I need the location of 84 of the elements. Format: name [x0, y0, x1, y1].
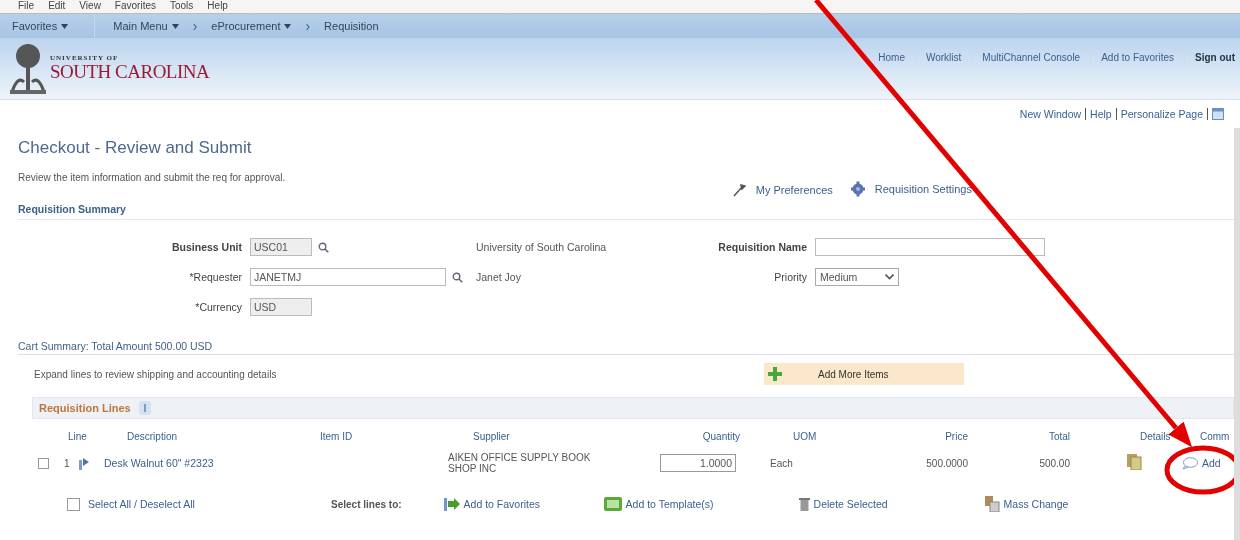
cart-hint: Expand lines to review shipping and accounting details: [34, 368, 278, 380]
line-action-link[interactable]: Add to Favorites: [443, 497, 604, 511]
documents-icon: [983, 496, 1000, 512]
column-header[interactable]: UOM: [793, 431, 817, 442]
field-label: Requisition Name: [717, 241, 808, 253]
page-title: Checkout - Review and Submit: [18, 138, 253, 158]
column-header[interactable]: Description: [127, 431, 178, 442]
column-header[interactable]: Comm: [1200, 431, 1230, 442]
menu-item[interactable]: Edit: [48, 0, 66, 11]
breadcrumb-separator: ›: [305, 18, 311, 34]
menu-item[interactable]: Favorites: [114, 0, 156, 11]
field-label: *Requester: [188, 271, 243, 283]
menu-item[interactable]: View: [79, 0, 101, 11]
page-link[interactable]: Help: [1090, 108, 1112, 120]
select-all-checkbox[interactable]: [67, 497, 80, 511]
column-header[interactable]: Line: [68, 431, 87, 442]
plus-icon: [768, 367, 782, 381]
menu-item[interactable]: Help: [207, 0, 228, 11]
column-header[interactable]: Quantity: [702, 431, 740, 442]
select-all-link[interactable]: Select All / Deselect All: [88, 498, 331, 510]
palmetto-tree-logo-icon: [10, 42, 46, 94]
page-link[interactable]: New Window: [1019, 108, 1082, 120]
expand-icon[interactable]: [77, 456, 90, 470]
requester-description: Janet Joy: [476, 271, 522, 283]
folder-arrow-icon: [443, 497, 460, 511]
line-action-link[interactable]: Add to Template(s): [603, 497, 799, 511]
trash-icon: [798, 497, 810, 511]
menu-item[interactable]: Tools: [170, 0, 194, 11]
header-link[interactable]: Worklist: [914, 52, 972, 63]
header-link[interactable]: Home: [868, 52, 915, 63]
page-link[interactable]: Personalize Page: [1120, 108, 1203, 120]
column-header[interactable]: Item ID: [320, 431, 353, 442]
select-lines-label: Select lines to:: [331, 498, 402, 510]
scrollbar[interactable]: [1234, 128, 1240, 540]
header-link[interactable]: MultiChannel Console: [971, 52, 1091, 63]
details-icon[interactable]: [1126, 454, 1142, 470]
gear-icon: [850, 181, 865, 197]
window-icon[interactable]: [1212, 108, 1224, 120]
header-link[interactable]: Sign out: [1184, 52, 1240, 63]
section-heading: Requisition Summary: [18, 197, 1234, 220]
info-icon[interactable]: [138, 401, 151, 415]
requisition-name-field[interactable]: [815, 238, 1045, 256]
column-header[interactable]: Details: [1140, 431, 1171, 442]
field-label: Priority: [773, 271, 808, 283]
action-link[interactable]: My Preferences: [731, 183, 833, 197]
total-cell-text: 500.00: [1038, 457, 1070, 469]
priority-dropdown[interactable]: Medium: [815, 268, 899, 286]
business-unit-field[interactable]: USC01: [250, 238, 312, 256]
currency-field[interactable]: USD: [250, 298, 312, 316]
chevron-down-icon: [885, 274, 894, 280]
line-action-link[interactable]: Mass Change: [983, 496, 1124, 512]
logo-wordmark: SOUTH CAROLINA: [50, 62, 210, 82]
breadcrumb-link[interactable]: Main Menu: [113, 20, 179, 32]
action-link[interactable]: Requisition Settings: [850, 181, 972, 197]
business-unit-description: University of South Carolina: [476, 241, 608, 253]
page-description: Review the item information and submit the req for approval.: [18, 172, 286, 183]
template-icon: [603, 497, 622, 511]
search-icon[interactable]: [452, 271, 463, 283]
uom-cell-text: Each: [769, 457, 794, 469]
add-comment-link[interactable]: Add: [1182, 456, 1221, 470]
search-icon[interactable]: [318, 241, 329, 253]
section-title: Requisition Lines: [39, 402, 131, 414]
field-label: Business Unit: [171, 241, 243, 253]
supplier-cell-text: AIKEN OFFICE SUPPLY BOOK SHOP INC: [448, 452, 592, 474]
add-more-items-button[interactable]: Add More Items: [764, 363, 964, 385]
speech-bubble-icon: [1182, 456, 1198, 470]
header-link[interactable]: Add to Favorites: [1090, 52, 1184, 63]
column-header[interactable]: Supplier: [473, 431, 510, 442]
breadcrumb-separator: ›: [192, 18, 198, 34]
favorites-menu[interactable]: Favorites: [12, 20, 69, 32]
breadcrumb-link[interactable]: eProcurement: [211, 20, 292, 32]
requester-field[interactable]: JANETMJ: [250, 268, 446, 286]
line-action-link[interactable]: Delete Selected: [798, 497, 984, 511]
description-link[interactable]: Desk Walnut 60" #2323: [104, 457, 320, 469]
column-header[interactable]: Total: [1048, 431, 1070, 442]
row-checkbox[interactable]: [38, 457, 49, 469]
breadcrumb-link[interactable]: Requisition: [324, 20, 379, 32]
line-number: 1: [64, 457, 70, 469]
menu-item[interactable]: File: [18, 0, 35, 11]
price-cell-text: 500.0000: [925, 457, 968, 469]
column-header[interactable]: Price: [945, 431, 968, 442]
cart-summary-heading: Cart Summary: Total Amount 500.00 USD: [18, 340, 1234, 355]
quantity-field[interactable]: 1.0000: [660, 454, 736, 472]
field-label: *Currency: [194, 301, 243, 313]
